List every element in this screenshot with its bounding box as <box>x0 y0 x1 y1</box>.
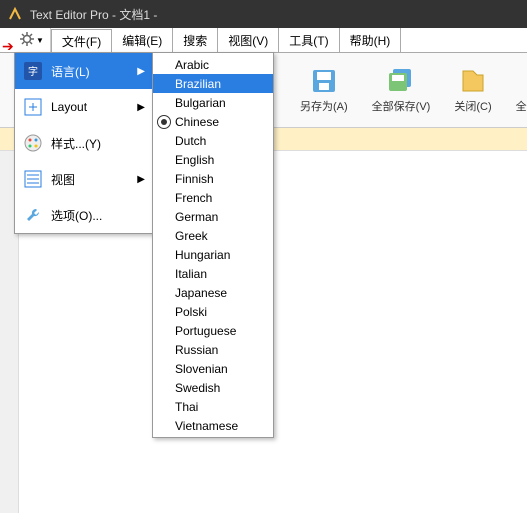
lang-label: French <box>175 191 212 205</box>
language-submenu: Arabic Brazilian Bulgarian Chinese Dutch… <box>152 52 274 438</box>
lang-label: Hungarian <box>175 248 230 262</box>
lang-label: Dutch <box>175 134 206 148</box>
lang-label: Finnish <box>175 172 214 186</box>
lang-vietnamese[interactable]: Vietnamese <box>153 416 273 435</box>
close-all-button[interactable]: 全部关闭(L) <box>516 67 527 114</box>
panel-view-label: 视图 <box>51 171 75 188</box>
lang-polski[interactable]: Polski <box>153 302 273 321</box>
panel-view[interactable]: 视图 ▶ <box>15 161 153 197</box>
lang-label: English <box>175 153 214 167</box>
panel-options[interactable]: 选项(O)... <box>15 197 153 233</box>
lang-bulgarian[interactable]: Bulgarian <box>153 93 273 112</box>
lang-label: Arabic <box>175 58 209 72</box>
menubar: ➔ ▼ 文件(F) 编辑(E) 搜索 视图(V) 工具(T) 帮助(H) <box>0 28 527 53</box>
lang-label: Brazilian <box>175 77 221 91</box>
lang-label: Greek <box>175 229 208 243</box>
lang-slovenian[interactable]: Slovenian <box>153 359 273 378</box>
lang-label: Chinese <box>175 115 219 129</box>
lang-italian[interactable]: Italian <box>153 264 273 283</box>
lang-label: Swedish <box>175 381 220 395</box>
window-title: Text Editor Pro - 文档1 - <box>30 6 157 23</box>
panel-options-label: 选项(O)... <box>51 207 102 224</box>
lang-russian[interactable]: Russian <box>153 340 273 359</box>
lang-hungarian[interactable]: Hungarian <box>153 245 273 264</box>
lang-swedish[interactable]: Swedish <box>153 378 273 397</box>
save-as-label: 另存为(A) <box>300 98 348 114</box>
panel-language[interactable]: 字 语言(L) ▶ <box>15 53 153 89</box>
radio-selected-icon <box>157 115 171 129</box>
menu-view[interactable]: 视图(V) <box>218 28 279 52</box>
lang-label: Thai <box>175 400 198 414</box>
lang-thai[interactable]: Thai <box>153 397 273 416</box>
lang-chinese[interactable]: Chinese <box>153 112 273 131</box>
menu-search[interactable]: 搜索 <box>173 28 218 52</box>
close-label: 关闭(C) <box>454 98 491 114</box>
app-icon <box>8 7 22 21</box>
language-icon: 字 <box>23 61 43 81</box>
close-all-label: 全部关闭(L) <box>516 98 527 114</box>
panel-layout[interactable]: Layout ▶ <box>15 89 153 125</box>
settings-panel: 字 语言(L) ▶ Layout ▶ 样式...(Y) 视图 ▶ 选项(O)..… <box>14 52 154 234</box>
settings-dropdown[interactable]: ▼ <box>14 28 51 52</box>
lang-label: Slovenian <box>175 362 228 376</box>
menu-file[interactable]: 文件(F) <box>51 29 112 53</box>
menu-view-label: 视图(V) <box>228 32 268 49</box>
menu-search-label: 搜索 <box>183 32 207 49</box>
panel-layout-label: Layout <box>51 100 87 114</box>
chevron-right-icon: ▶ <box>137 174 145 185</box>
lang-label: Japanese <box>175 286 227 300</box>
panel-styles-label: 样式...(Y) <box>51 135 101 152</box>
menu-file-label: 文件(F) <box>62 33 101 50</box>
menu-tools-label: 工具(T) <box>289 32 328 49</box>
menu-edit-label: 编辑(E) <box>122 32 162 49</box>
lang-german[interactable]: German <box>153 207 273 226</box>
lang-label: Russian <box>175 343 218 357</box>
menu-help-label: 帮助(H) <box>350 32 391 49</box>
lang-finnish[interactable]: Finnish <box>153 169 273 188</box>
menu-edit[interactable]: 编辑(E) <box>112 28 173 52</box>
panel-language-label: 语言(L) <box>51 63 90 80</box>
chevron-down-icon: ▼ <box>36 36 44 45</box>
lang-label: Vietnamese <box>175 419 238 433</box>
lang-label: Bulgarian <box>175 96 226 110</box>
lang-english[interactable]: English <box>153 150 273 169</box>
lang-french[interactable]: French <box>153 188 273 207</box>
lang-brazilian[interactable]: Brazilian <box>153 74 273 93</box>
lang-greek[interactable]: Greek <box>153 226 273 245</box>
menu-tools[interactable]: 工具(T) <box>279 28 339 52</box>
palette-icon <box>23 133 43 153</box>
lang-label: German <box>175 210 218 224</box>
save-all-label: 全部保存(V) <box>372 98 431 114</box>
lang-portuguese[interactable]: Portuguese <box>153 321 273 340</box>
lang-label: Portuguese <box>175 324 236 338</box>
view-icon <box>23 169 43 189</box>
save-as-button[interactable]: 另存为(A) <box>300 67 348 114</box>
layout-icon <box>23 97 43 117</box>
chevron-right-icon: ▶ <box>137 66 145 77</box>
panel-styles[interactable]: 样式...(Y) <box>15 125 153 161</box>
lang-japanese[interactable]: Japanese <box>153 283 273 302</box>
wrench-icon <box>23 205 43 225</box>
close-button[interactable]: 关闭(C) <box>454 67 491 114</box>
titlebar: Text Editor Pro - 文档1 - <box>0 0 527 28</box>
lang-label: Polski <box>175 305 207 319</box>
lang-dutch[interactable]: Dutch <box>153 131 273 150</box>
lang-arabic[interactable]: Arabic <box>153 55 273 74</box>
lang-label: Italian <box>175 267 207 281</box>
menu-help[interactable]: 帮助(H) <box>340 28 402 52</box>
svg-text:字: 字 <box>28 65 38 78</box>
chevron-right-icon: ▶ <box>137 102 145 113</box>
save-all-button[interactable]: 全部保存(V) <box>372 67 431 114</box>
gear-icon <box>20 32 34 49</box>
